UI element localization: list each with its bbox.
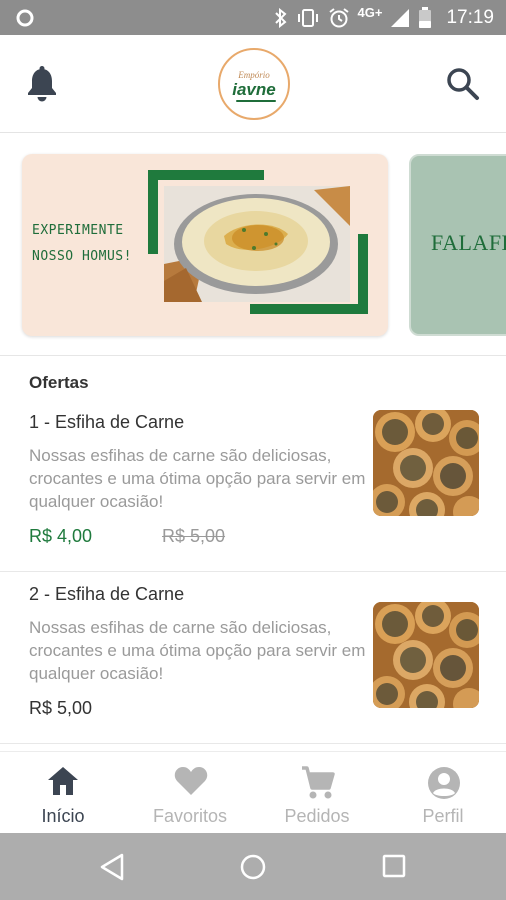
banner-falafel-text: FALAFEL — [431, 230, 506, 255]
app-header: Empório iavne — [0, 35, 506, 133]
home-circle-icon[interactable] — [239, 853, 267, 881]
banner-tagline: EXPERIMENTE NOSSO HOMUS! — [32, 218, 152, 270]
app-screen: 4G+ 17:19 Empório iavne EXPERIMENTE NOSS… — [0, 0, 506, 900]
recents-icon[interactable] — [381, 853, 407, 879]
offer-description: Nossas esfihas de carne são deliciosas, … — [29, 446, 366, 511]
banner-frame-right — [358, 234, 368, 314]
banner-tagline-line2: NOSSO HOMUS! — [32, 249, 132, 264]
nav-label-favoritos: Favoritos — [152, 806, 228, 826]
cart-icon — [302, 766, 335, 799]
banner-homus[interactable]: EXPERIMENTE NOSSO HOMUS! — [22, 154, 388, 336]
vibrate-icon — [297, 8, 318, 27]
offer-description: Nossas esfihas de carne são deliciosas, … — [29, 618, 366, 683]
nav-item-inicio[interactable]: Início — [0, 752, 126, 834]
banner-falafel[interactable]: FALAFEL — [409, 154, 506, 336]
user-icon — [428, 767, 460, 799]
banner-tagline-line1: EXPERIMENTE — [32, 223, 124, 238]
offers-title: Ofertas — [29, 373, 89, 392]
nav-item-pedidos[interactable]: Pedidos — [254, 752, 380, 834]
network-type: 4G+ — [357, 5, 383, 20]
brand-logo[interactable]: Empório iavne — [218, 48, 290, 120]
logo-top-text: Empório — [238, 70, 270, 80]
status-time: 17:19 — [446, 6, 494, 28]
signal-icon — [391, 8, 410, 27]
search-icon[interactable] — [446, 67, 480, 101]
bluetooth-icon — [274, 7, 287, 28]
banner-frame-left — [148, 170, 158, 254]
offer-title: 1 - Esfiha de Carne — [29, 412, 185, 432]
nav-item-perfil[interactable]: Perfil — [380, 752, 506, 834]
bell-icon[interactable] — [25, 66, 59, 102]
banner-frame-top — [148, 170, 264, 180]
homus-photo — [164, 186, 350, 302]
notification-circle-icon — [16, 9, 34, 27]
alarm-icon — [328, 7, 349, 27]
offer-item[interactable]: 2 - Esfiha de Carne Nossas esfihas de ca… — [0, 572, 506, 744]
back-icon[interactable] — [99, 853, 125, 881]
logo-main-text: iavne — [232, 80, 276, 99]
battery-icon — [419, 6, 432, 28]
offer-price: R$ 5,00 — [29, 698, 93, 718]
banner-frame-bottom — [250, 304, 368, 314]
nav-label-perfil: Perfil — [422, 806, 464, 826]
home-icon — [48, 767, 78, 795]
esfiha-image — [373, 602, 479, 708]
bottom-navigation: Início Favoritos Pedidos Perfil — [0, 751, 506, 833]
nav-item-favoritos[interactable]: Favoritos — [127, 752, 253, 834]
esfiha-image — [373, 410, 479, 516]
offer-price: R$ 4,00 — [29, 526, 93, 546]
nav-label-pedidos: Pedidos — [284, 806, 350, 826]
heart-icon — [174, 767, 208, 795]
offer-title: 2 - Esfiha de Carne — [29, 584, 185, 604]
status-bar: 4G+ 17:19 — [0, 0, 506, 35]
nav-label-inicio: Início — [41, 806, 85, 826]
offer-item[interactable]: 1 - Esfiha de Carne Nossas esfihas de ca… — [0, 400, 506, 572]
offer-old-price: R$ 5,00 — [162, 526, 226, 546]
logo-underline — [236, 100, 276, 102]
banner-carousel[interactable]: EXPERIMENTE NOSSO HOMUS! FALAF — [0, 134, 506, 356]
system-navigation-bar — [0, 833, 506, 900]
